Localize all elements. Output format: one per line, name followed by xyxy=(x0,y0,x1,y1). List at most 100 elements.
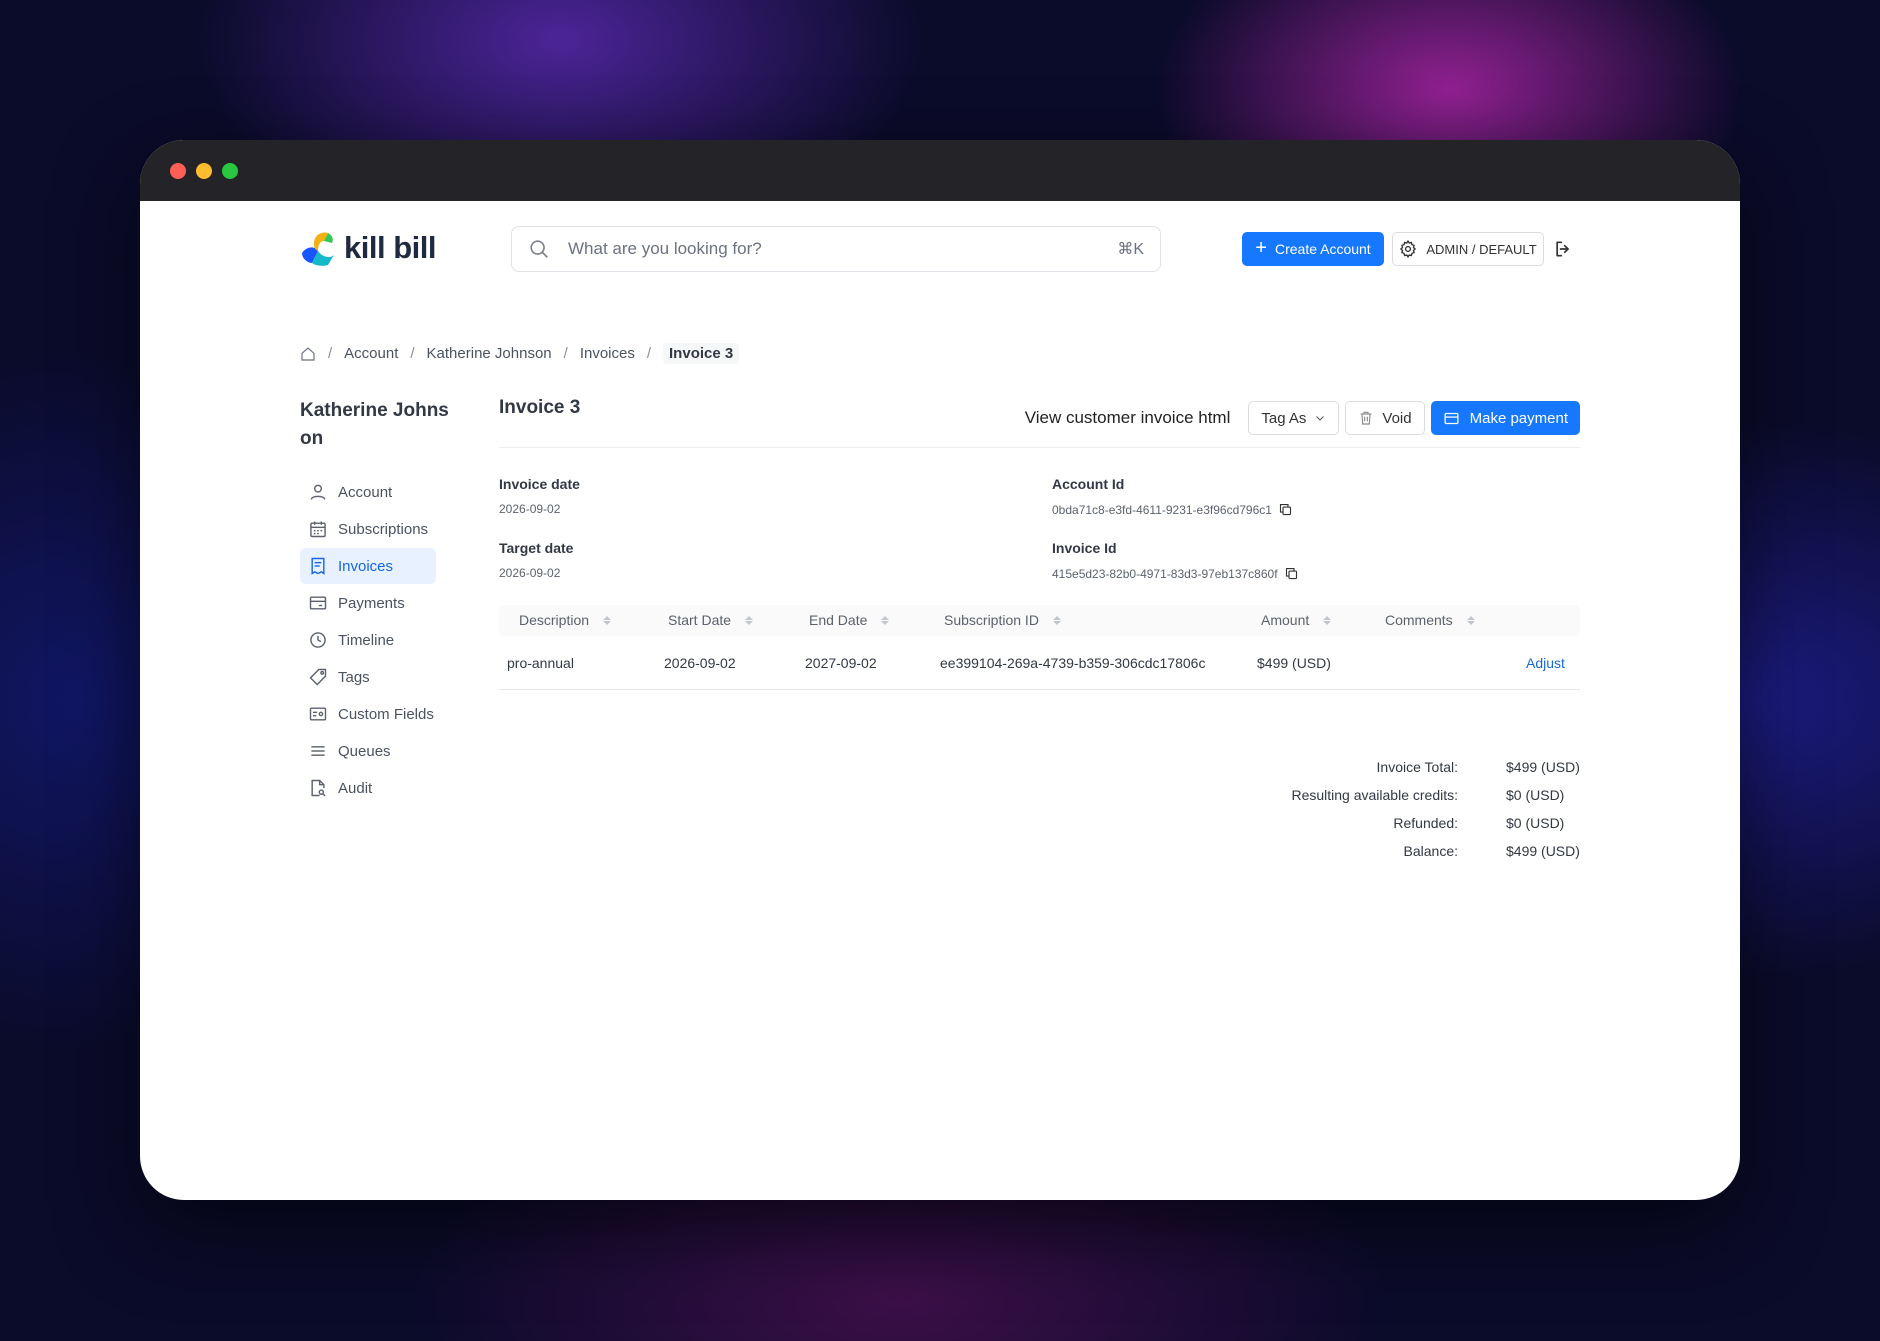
totals-value: $0 (USD) xyxy=(1506,815,1565,831)
kill-bill-logo-icon xyxy=(300,229,336,267)
invoice-id-label: Invoice Id xyxy=(1052,540,1117,556)
breadcrumb-separator: / xyxy=(328,345,333,362)
target-date-value: 2026-09-02 xyxy=(499,566,573,580)
kill-bill-logo[interactable]: kill bill xyxy=(300,229,436,267)
cell-start-date: 2026-09-02 xyxy=(664,655,736,671)
sidebar-item-label: Payments xyxy=(338,594,405,612)
sidebar-item-label: Subscriptions xyxy=(338,520,429,538)
trash-icon xyxy=(1361,411,1372,425)
column-header-end-date[interactable]: End Date xyxy=(809,612,890,628)
receipt-icon xyxy=(311,557,325,575)
tenant-settings-button[interactable]: ADMIN / DEFAULT xyxy=(1392,232,1544,266)
sidebar-item-label: Invoices xyxy=(338,557,394,575)
cell-end-date: 2027-09-02 xyxy=(805,655,877,671)
make-payment-button[interactable]: Make payment xyxy=(1430,401,1580,435)
sidebar-item-custom-fields[interactable]: Custom Fields xyxy=(300,696,436,732)
table-header: Description Start Date End Date Subscrip… xyxy=(499,605,1580,636)
adjust-link[interactable]: Adjust xyxy=(1526,655,1565,671)
tag-as-label: Tag As xyxy=(1261,409,1307,427)
close-window-button[interactable] xyxy=(170,163,186,179)
cell-description: pro-annual xyxy=(507,655,574,671)
create-account-button[interactable]: + Create Account xyxy=(1242,232,1384,266)
totals-value: $0 (USD) xyxy=(1506,787,1565,803)
tenant-label: ADMIN / DEFAULT xyxy=(1426,241,1537,257)
search-bar[interactable]: ⌘K xyxy=(511,226,1161,272)
column-header-subscription-id[interactable]: Subscription ID xyxy=(944,612,1061,628)
sidebar-item-label: Account xyxy=(338,483,393,501)
column-header-start-date[interactable]: Start Date xyxy=(668,612,754,628)
sort-icon xyxy=(1466,615,1475,625)
sidebar-item-subscriptions[interactable]: Subscriptions xyxy=(300,511,436,547)
gear-icon xyxy=(1400,240,1417,258)
void-button[interactable]: Void xyxy=(1345,401,1425,435)
invoice-date-label: Invoice date xyxy=(499,476,580,492)
breadcrumb-customer[interactable]: Katherine Johnson xyxy=(427,345,552,362)
sort-icon xyxy=(603,615,612,625)
tag-as-dropdown[interactable]: Tag As xyxy=(1248,401,1340,435)
tag-icon xyxy=(309,668,327,686)
breadcrumb-separator: / xyxy=(563,345,568,362)
user-icon xyxy=(310,484,326,500)
breadcrumb-current: Invoice 3 xyxy=(663,343,740,364)
column-header-label: Comments xyxy=(1385,612,1453,628)
breadcrumb: / Account / Katherine Johnson / Invoices… xyxy=(300,343,740,364)
app-window: kill bill ⌘K + Create Account ADMIN / DE… xyxy=(140,140,1740,1200)
sort-icon xyxy=(745,615,754,625)
sidebar-item-label: Timeline xyxy=(338,631,395,649)
column-header-label: Description xyxy=(519,612,590,628)
invoice-date-value: 2026-09-02 xyxy=(499,502,580,516)
logo-text: kill bill xyxy=(344,230,436,265)
column-header-amount[interactable]: Amount xyxy=(1261,612,1332,628)
account-id-value: 0bda71c8-e3fd-4611-9231-e3f96cd796c1 xyxy=(1052,502,1293,517)
id-card-icon xyxy=(309,707,327,721)
account-id-field: Account Id 0bda71c8-e3fd-4611-9231-e3f96… xyxy=(1052,476,1293,517)
totals-row-available-credits: Resulting available credits: $0 (USD) xyxy=(1218,781,1580,809)
copy-icon[interactable] xyxy=(1284,566,1299,581)
breadcrumb-separator: / xyxy=(646,345,652,362)
sidebar-item-account[interactable]: Account xyxy=(300,474,436,510)
invoice-id-value: 415e5d23-82b0-4971-83d3-97eb137c860f xyxy=(1052,566,1299,581)
create-account-label: Create Account xyxy=(1274,241,1371,257)
sidebar-item-tags[interactable]: Tags xyxy=(300,659,436,695)
sort-icon xyxy=(1323,615,1332,625)
column-header-description[interactable]: Description xyxy=(519,612,612,628)
calendar-icon xyxy=(310,521,326,538)
breadcrumb-account[interactable]: Account xyxy=(344,345,398,362)
totals-label: Balance: xyxy=(1403,843,1458,859)
sidebar-item-audit[interactable]: Audit xyxy=(300,770,436,806)
view-customer-invoice-html-link[interactable]: View customer invoice html xyxy=(1025,408,1231,428)
column-header-label: Subscription ID xyxy=(944,612,1039,628)
maximize-window-button[interactable] xyxy=(222,163,238,179)
customer-name: Katherine Johnson xyxy=(300,400,449,449)
clock-icon xyxy=(310,632,326,648)
page-content: kill bill ⌘K + Create Account ADMIN / DE… xyxy=(140,201,1740,1200)
invoice-date-text: 2026-09-02 xyxy=(499,502,561,516)
search-input[interactable] xyxy=(568,239,1118,259)
header-divider xyxy=(499,447,1580,448)
breadcrumb-invoices[interactable]: Invoices xyxy=(580,345,635,362)
invoice-id-field: Invoice Id 415e5d23-82b0-4971-83d3-97eb1… xyxy=(1052,540,1299,581)
chevron-down-icon xyxy=(1316,416,1325,421)
sidebar-item-timeline[interactable]: Timeline xyxy=(300,622,436,658)
credit-card-icon xyxy=(309,596,327,610)
logout-icon[interactable] xyxy=(1553,239,1573,259)
sidebar-item-payments[interactable]: Payments xyxy=(300,585,436,621)
minimize-window-button[interactable] xyxy=(196,163,212,179)
target-date-field: Target date 2026-09-02 xyxy=(499,540,573,580)
breadcrumb-separator: / xyxy=(410,345,415,362)
home-icon[interactable] xyxy=(300,346,316,362)
account-id-text: 0bda71c8-e3fd-4611-9231-e3f96cd796c1 xyxy=(1052,502,1272,517)
sidebar-item-label: Queues xyxy=(338,742,391,760)
sidebar-item-invoices[interactable]: Invoices xyxy=(300,548,436,584)
column-header-label: Start Date xyxy=(668,612,732,628)
target-date-label: Target date xyxy=(499,540,574,556)
column-header-label: End Date xyxy=(809,612,868,628)
plus-icon: + xyxy=(1255,237,1267,259)
page-title: Invoice 3 xyxy=(499,397,581,418)
totals-value: $499 (USD) xyxy=(1506,843,1580,859)
sidebar-item-queues[interactable]: Queues xyxy=(300,733,436,769)
cell-amount: $499 (USD) xyxy=(1257,655,1331,671)
column-header-comments[interactable]: Comments xyxy=(1385,612,1475,628)
sidebar-nav: Account Subscriptions Invoices Payments … xyxy=(300,474,436,807)
copy-icon[interactable] xyxy=(1278,502,1293,517)
